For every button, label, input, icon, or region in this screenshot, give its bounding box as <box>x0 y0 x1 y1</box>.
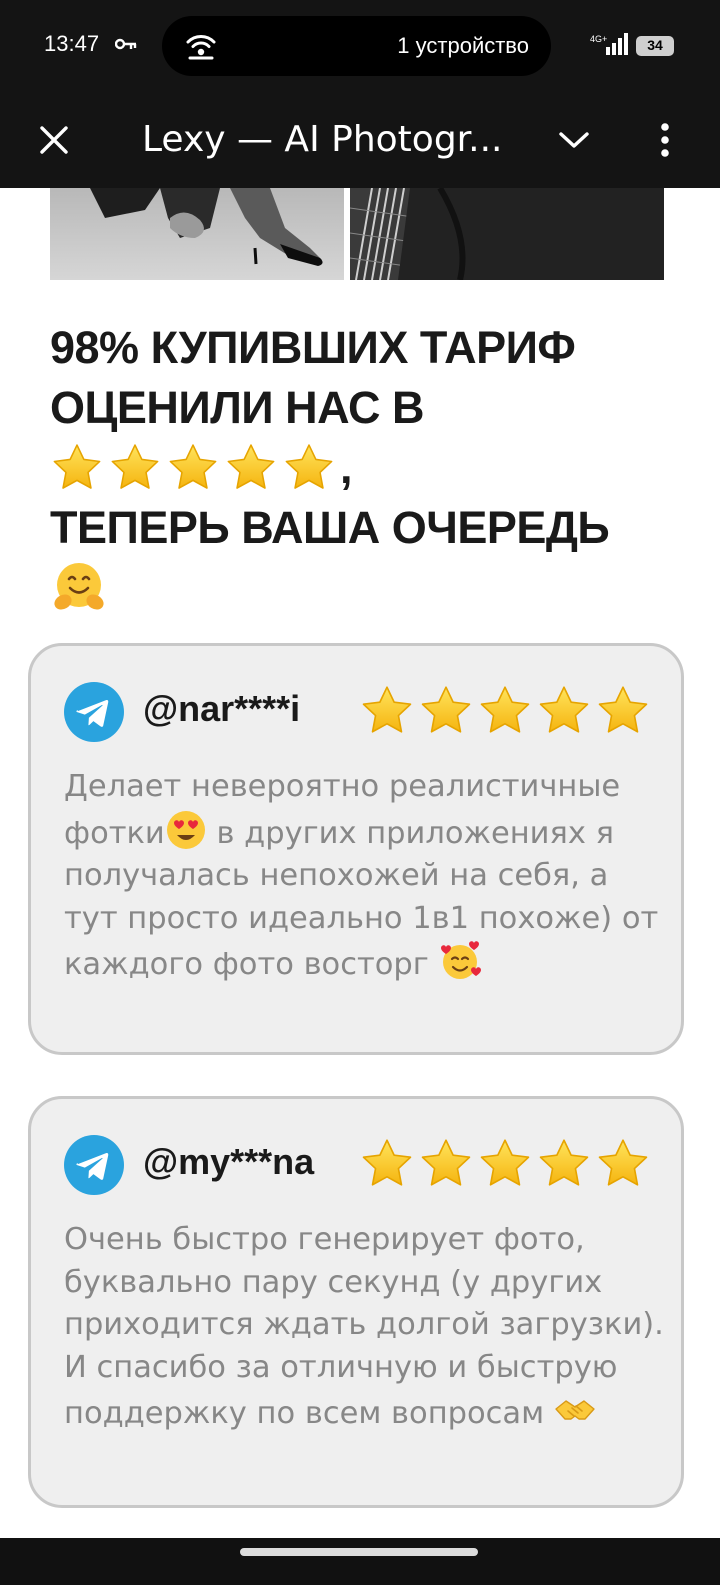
star-icon <box>359 683 415 739</box>
browser-toolbar: Lexy — AI Photogr... <box>0 94 720 188</box>
star-icon <box>108 441 162 495</box>
status-time: 13:47 <box>44 31 100 56</box>
handshake-icon <box>555 1400 595 1420</box>
star-icon <box>282 441 336 495</box>
star-icon <box>595 1136 651 1192</box>
headline-stars: , <box>50 438 670 498</box>
review-rating <box>359 683 654 739</box>
page-title: Lexy — AI Photogr... <box>142 119 502 160</box>
network-type: 4G+ <box>590 34 607 44</box>
star-icon <box>477 683 533 739</box>
status-bar: 13:47 1 устройство 4G+ 34 <box>0 0 720 94</box>
star-icon <box>418 683 474 739</box>
telegram-icon <box>64 682 124 742</box>
headline-comma: , <box>340 442 353 493</box>
hotspot-status-text: 1 устройство <box>397 33 529 58</box>
review-card: @my***na Очень быстро генерирует фото, б… <box>28 1096 684 1508</box>
chevron-down-icon <box>559 132 589 148</box>
review-card: @nar****i Делает невероятно реалистичные… <box>28 643 684 1055</box>
star-icon <box>477 1136 533 1192</box>
telegram-icon <box>64 1135 124 1195</box>
star-icon <box>166 441 220 495</box>
key-icon <box>115 38 137 50</box>
headline-line-1: 98% КУПИВШИХ ТАРИФ <box>50 322 576 373</box>
photo-building-coat <box>350 188 664 280</box>
star-icon <box>418 1136 474 1192</box>
review-username: @my***na <box>143 1141 315 1182</box>
photo-woman-heels <box>50 188 344 280</box>
expand-button[interactable] <box>546 112 602 168</box>
review-rating <box>359 1136 654 1192</box>
review-username: @nar****i <box>143 688 301 729</box>
star-icon <box>536 683 592 739</box>
signal-icon: 4G+ <box>590 33 628 55</box>
battery-icon: 34 <box>636 36 674 56</box>
headline-line-2: ОЦЕНИЛИ НАС В <box>50 382 425 433</box>
hotspot-pill[interactable]: 1 устройство <box>162 16 551 76</box>
navigation-bar <box>0 1538 720 1585</box>
home-gesture-handle[interactable] <box>240 1548 478 1556</box>
hotspot-icon <box>186 35 216 60</box>
review-text: Делает невероятно реалистичные фотки в д… <box>64 766 664 987</box>
photo-gallery <box>50 188 664 280</box>
star-icon <box>359 1136 415 1192</box>
star-icon <box>224 441 278 495</box>
headline-line-3: ТЕПЕРЬ ВАША ОЧЕРЕДЬ <box>50 502 610 553</box>
more-vert-icon <box>661 123 669 157</box>
close-icon <box>40 126 68 154</box>
battery-level: 34 <box>647 37 663 53</box>
hugging-face-icon <box>54 563 104 610</box>
star-icon <box>50 441 104 495</box>
review-text: Очень быстро генерирует фото, буквально … <box>64 1219 664 1436</box>
close-button[interactable] <box>26 112 82 168</box>
star-icon <box>536 1136 592 1192</box>
smiling-face-with-hearts-icon <box>440 941 481 979</box>
star-icon <box>595 683 651 739</box>
more-menu-button[interactable] <box>640 112 690 168</box>
rating-headline: 98% КУПИВШИХ ТАРИФ ОЦЕНИЛИ НАС В , ТЕПЕР… <box>50 318 670 618</box>
heart-eyes-icon <box>166 810 205 849</box>
